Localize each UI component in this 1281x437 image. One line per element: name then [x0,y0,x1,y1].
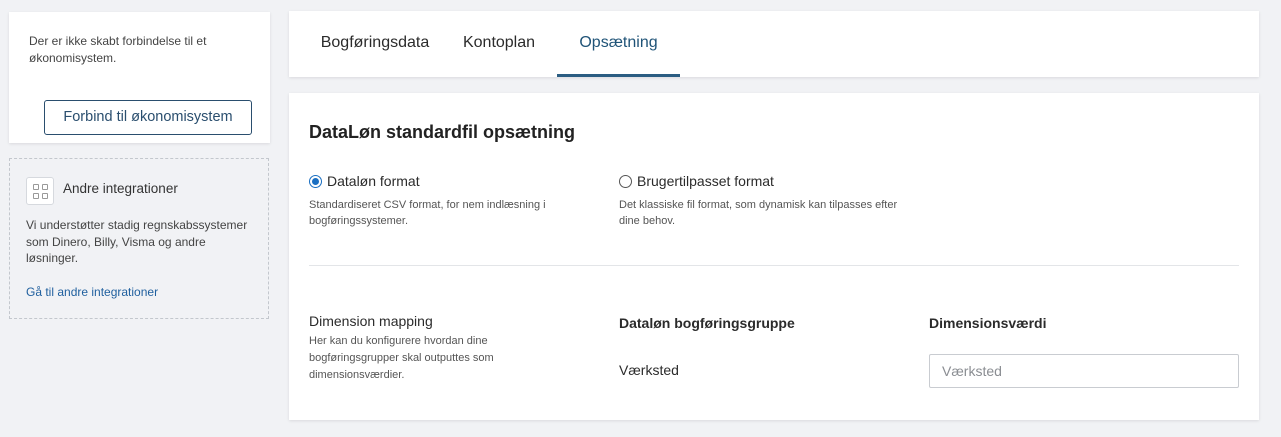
radio-button-checked[interactable] [309,175,322,188]
connection-card: Der er ikke skabt forbindelse til et øko… [9,12,270,143]
group-name: Værksted [619,362,679,378]
tab-opsaetning[interactable]: Opsætning [557,11,680,77]
tab-kontoplan[interactable]: Kontoplan [459,11,539,77]
radio-button[interactable] [619,175,632,188]
other-integrations-description: Vi understøtter stadig regnskabssystemer… [26,218,248,265]
divider [309,265,1239,266]
radio-description: Standardiseret CSV format, for nem indlæ… [309,199,546,227]
tab-bar: Bogføringsdata Kontoplan Opsætning [289,11,1259,77]
grid-icon [26,177,54,205]
settings-card: DataLøn standardfil opsætning Dataløn fo… [289,93,1259,420]
dimension-value-input[interactable] [929,354,1239,388]
other-integrations-link[interactable]: Gå til andre integrationer [26,285,158,299]
value-column-header: Dimensionsværdi [929,315,1047,331]
other-integrations-title: Andre integrationer [63,181,178,196]
connect-button[interactable]: Forbind til økonomisystem [44,100,252,135]
dimension-mapping-title: Dimension mapping [309,313,433,329]
radio-label: Dataløn format [327,173,420,189]
tab-bogforingsdata[interactable]: Bogføringsdata [308,11,442,77]
dimension-mapping-description: Her kan du konfigurere hvordan dine bogf… [309,335,494,381]
radio-description: Det klassiske fil format, som dynamisk k… [619,199,898,227]
radio-label: Brugertilpasset format [637,173,774,189]
connection-message: Der er ikke skabt forbindelse til et øko… [29,34,207,65]
other-integrations-card: Andre integrationer Vi understøtter stad… [9,158,269,319]
group-column-header: Dataløn bogføringsgruppe [619,315,795,331]
page-title: DataLøn standardfil opsætning [309,122,576,142]
